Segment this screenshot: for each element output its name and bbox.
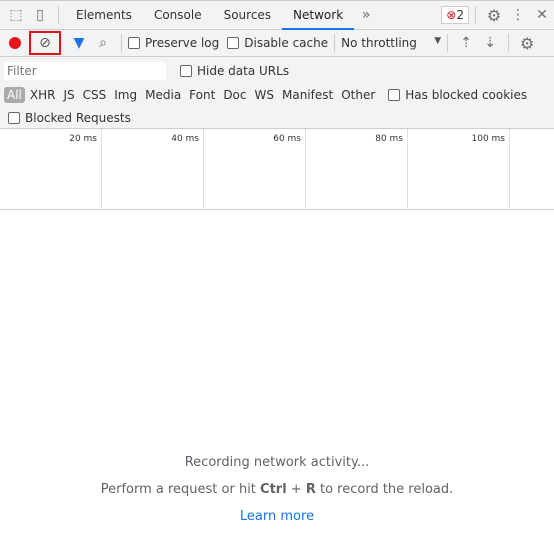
learn-more-link[interactable]: Learn more — [240, 509, 314, 524]
divider — [121, 34, 122, 52]
timeline-overview[interactable]: 20 ms 40 ms 60 ms 80 ms 100 ms — [0, 129, 554, 210]
timeline-tick: 100 ms — [408, 129, 510, 210]
error-badge[interactable]: ⊗2 — [441, 6, 469, 24]
clear-icon: ⊘ — [39, 35, 51, 51]
settings-icon[interactable]: ⚙ — [482, 6, 506, 25]
preserve-log-checkbox[interactable]: Preserve log — [128, 36, 219, 50]
timeline-tick: 40 ms — [102, 129, 204, 210]
filter-icon[interactable]: ▼ — [67, 35, 91, 51]
divider — [334, 34, 336, 52]
search-icon[interactable]: ⌕ — [91, 35, 115, 51]
import-har-icon[interactable]: ⇡ — [454, 35, 478, 51]
filter-type-other[interactable]: Other — [338, 87, 378, 103]
filter-type-all[interactable]: All — [4, 87, 25, 103]
export-har-icon[interactable]: ⇣ — [478, 35, 502, 51]
tab-network[interactable]: Network — [282, 1, 355, 30]
inspect-element-icon[interactable]: ⬚ — [4, 7, 28, 23]
network-settings-icon[interactable]: ⚙ — [515, 34, 539, 53]
more-tabs-icon[interactable]: » — [354, 7, 378, 23]
filter-type-js[interactable]: JS — [60, 87, 77, 103]
tab-sources[interactable]: Sources — [213, 1, 282, 30]
divider — [475, 6, 476, 24]
filter-type-doc[interactable]: Doc — [220, 87, 249, 103]
recording-message: Recording network activity... — [184, 455, 370, 470]
blocked-requests-checkbox[interactable]: Blocked Requests — [8, 111, 131, 125]
filter-type-font[interactable]: Font — [186, 87, 218, 103]
timeline-tick: 80 ms — [306, 129, 408, 210]
filter-type-manifest[interactable]: Manifest — [279, 87, 336, 103]
filter-type-ws[interactable]: WS — [252, 87, 277, 103]
timeline-tick: 60 ms — [204, 129, 306, 210]
hide-data-urls-checkbox[interactable]: Hide data URLs — [180, 64, 289, 78]
empty-state: Recording network activity... Perform a … — [0, 455, 554, 536]
filter-type-css[interactable]: CSS — [80, 87, 110, 103]
filter-input[interactable] — [4, 62, 166, 80]
tab-bar: ⬚ ▯ Elements Console Sources Network » ⊗… — [0, 0, 554, 30]
timeline-tick: 20 ms — [0, 129, 102, 210]
record-button[interactable] — [9, 37, 21, 49]
disable-cache-checkbox[interactable]: Disable cache — [227, 36, 328, 50]
filter-type-media[interactable]: Media — [142, 87, 184, 103]
divider — [58, 6, 59, 24]
more-options-icon[interactable]: ⋮ — [506, 7, 530, 23]
filter-type-img[interactable]: Img — [111, 87, 140, 103]
tab-console[interactable]: Console — [143, 1, 213, 30]
dropdown-icon: ▼ — [434, 36, 442, 46]
clear-button[interactable]: ⊘ — [29, 31, 61, 55]
error-icon: ⊗ — [446, 8, 457, 22]
has-blocked-cookies-checkbox[interactable]: Has blocked cookies — [388, 88, 527, 102]
tab-elements[interactable]: Elements — [65, 1, 143, 30]
throttling-select[interactable]: No throttling ▼ — [341, 36, 441, 50]
divider — [508, 34, 510, 52]
reload-hint: Perform a request or hit Ctrl + R to rec… — [100, 482, 454, 497]
filter-type-xhr[interactable]: XHR — [27, 87, 59, 103]
close-icon[interactable]: ✕ — [530, 7, 554, 23]
filter-bar: Hide data URLs All XHR JS CSS Img Media … — [0, 57, 554, 129]
device-toolbar-icon[interactable]: ▯ — [28, 7, 52, 23]
network-toolbar: ⊘ ▼ ⌕ Preserve log Disable cache No thro… — [0, 30, 554, 57]
divider — [447, 34, 449, 52]
